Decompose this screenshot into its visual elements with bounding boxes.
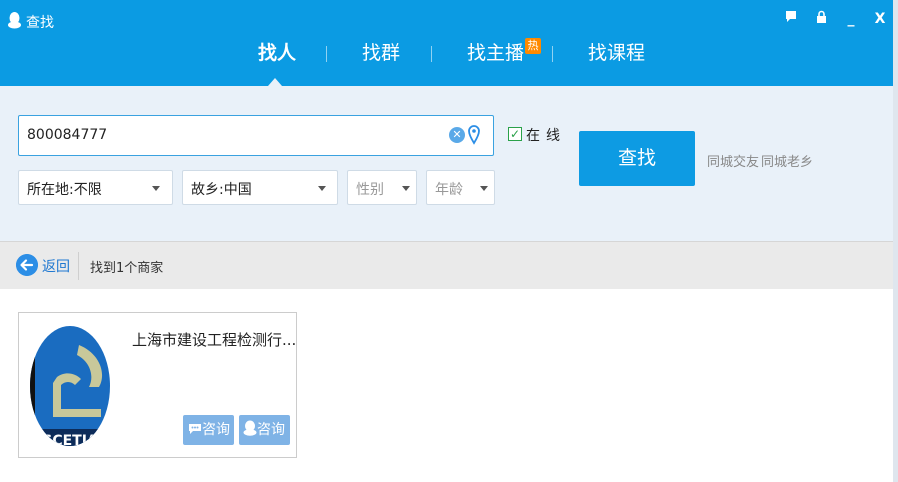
search-tabs: 找人 找群 找主播热 找课程 [0, 38, 893, 70]
hot-badge: 热 [525, 38, 542, 54]
company-logo: SCETIA [30, 326, 110, 447]
age-dropdown[interactable]: 年龄 [426, 170, 495, 205]
back-arrow-icon[interactable] [16, 254, 38, 276]
chevron-down-icon [480, 186, 488, 191]
tab-find-streamers[interactable]: 找主播热 [467, 38, 542, 66]
search-input[interactable]: 800084777 ✕ [18, 115, 494, 156]
link-local-hometown[interactable]: 同城老乡 [761, 151, 813, 170]
gender-dropdown-label: 性别 [356, 182, 384, 198]
hometown-dropdown-label: 故乡:中国 [191, 182, 252, 198]
feedback-icon[interactable] [782, 10, 800, 28]
consult-label: 咨询 [202, 422, 230, 438]
clear-icon[interactable]: ✕ [449, 127, 465, 143]
company-name[interactable]: 上海市建设工程检测行... [132, 329, 296, 350]
consult-button-chat[interactable]: 咨询 [183, 415, 234, 445]
online-checkbox[interactable]: ✓ [508, 127, 522, 141]
chat-bubble-icon [189, 424, 201, 434]
consult-label: 咨询 [257, 422, 285, 438]
location-dropdown[interactable]: 所在地:不限 [18, 170, 173, 205]
title-bar: 查找 _ X 找人 找群 找主播热 找课程 [0, 0, 893, 86]
qq-penguin-icon [8, 12, 21, 29]
location-dropdown-label: 所在地:不限 [27, 182, 102, 198]
close-button[interactable]: X [871, 10, 889, 28]
tab-separator [552, 46, 553, 62]
active-tab-indicator [268, 78, 282, 86]
qq-penguin-icon [243, 420, 257, 436]
result-bar: 返回 找到1个商家 [0, 241, 893, 289]
tab-separator [326, 46, 327, 62]
tab-find-courses[interactable]: 找课程 [588, 40, 645, 66]
divider [78, 252, 79, 280]
company-logo-text: SCETIA [42, 433, 98, 447]
tab-find-people[interactable]: 找人 [258, 40, 296, 66]
consult-button-qq[interactable]: 咨询 [239, 415, 290, 445]
tab-separator [431, 46, 432, 62]
search-input-value: 800084777 [27, 127, 108, 143]
link-local-friends[interactable]: 同城交友 [707, 151, 759, 170]
search-panel [0, 86, 893, 241]
map-pin-icon[interactable] [468, 125, 480, 145]
lock-icon[interactable] [812, 10, 830, 28]
minimize-button[interactable]: _ [842, 10, 860, 28]
hometown-dropdown[interactable]: 故乡:中国 [182, 170, 338, 205]
tab-find-groups[interactable]: 找群 [362, 40, 400, 66]
chevron-down-icon [318, 186, 326, 191]
result-count: 找到1个商家 [90, 261, 164, 276]
gender-dropdown[interactable]: 性别 [347, 170, 417, 205]
search-button[interactable]: 查找 [579, 131, 695, 186]
back-link[interactable]: 返回 [42, 256, 70, 276]
window-edge [893, 0, 898, 482]
age-dropdown-label: 年龄 [435, 182, 463, 198]
online-label[interactable]: 在线 [526, 125, 566, 145]
result-card[interactable]: SCETIA 上海市建设工程检测行... 咨询 咨询 [18, 312, 297, 458]
window-title: 查找 [26, 15, 54, 31]
chevron-down-icon [152, 186, 160, 191]
tab-find-streamers-label: 找主播 [467, 42, 525, 64]
chevron-down-icon [402, 186, 410, 191]
